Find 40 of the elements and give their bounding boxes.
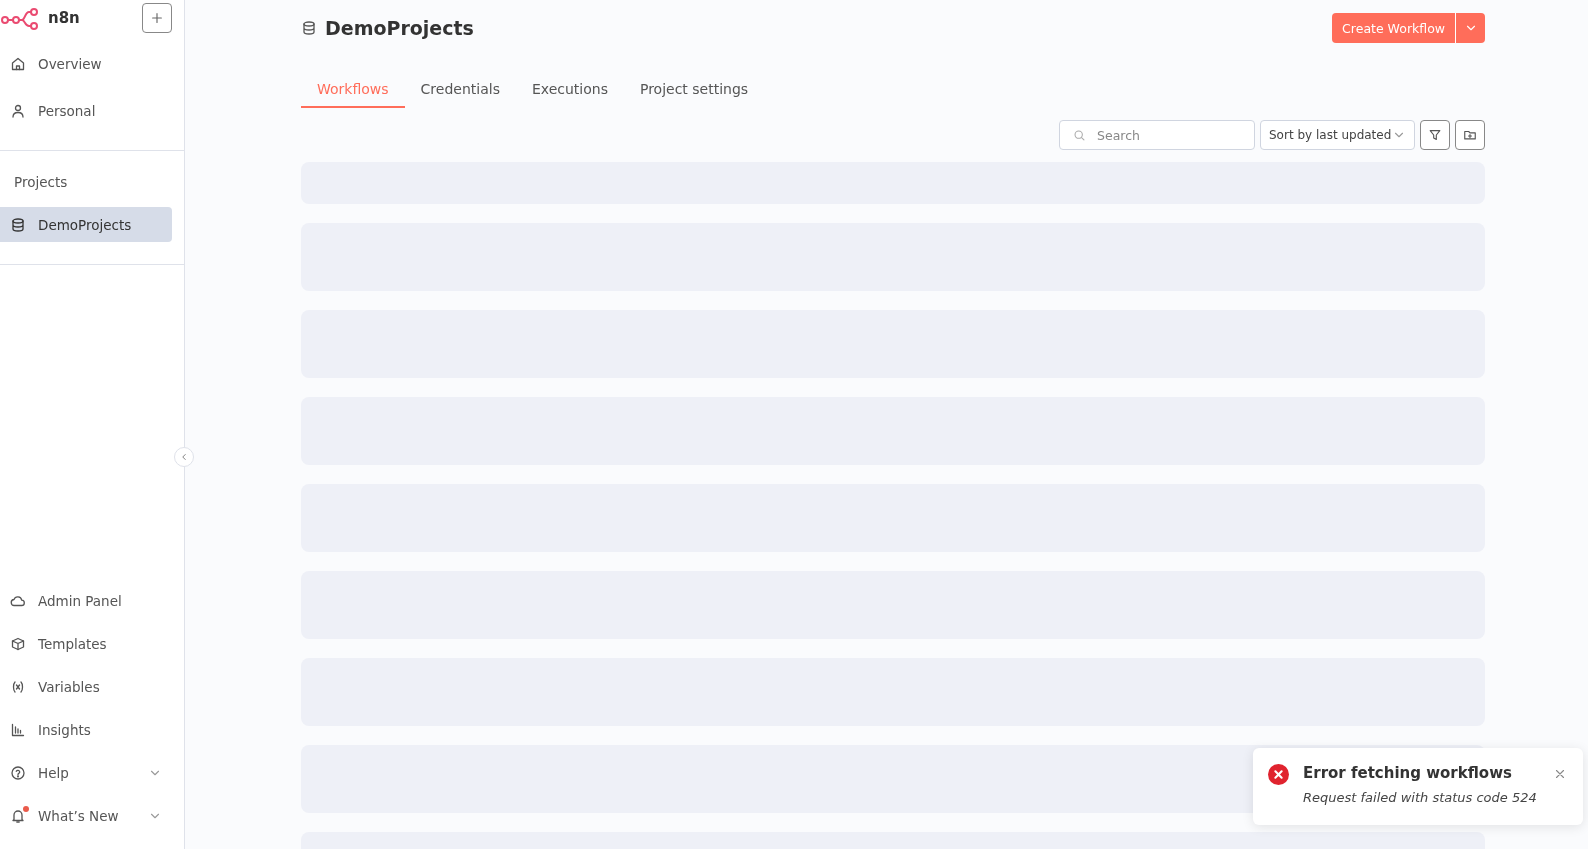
bell-icon — [10, 807, 26, 824]
chevron-left-icon — [179, 452, 189, 462]
sidebar-item[interactable]: Personal — [0, 93, 172, 128]
tab[interactable]: Project settings — [623, 75, 765, 108]
logo-icon — [0, 6, 40, 30]
bar-chart-icon — [10, 721, 26, 738]
page-title: DemoProjects — [325, 17, 474, 39]
user-icon — [10, 102, 26, 119]
tab[interactable]: Executions — [515, 75, 624, 108]
database-icon — [10, 216, 26, 233]
logo-text: n8n — [48, 9, 80, 27]
close-icon — [1553, 767, 1567, 781]
search-field[interactable]: Search — [1059, 120, 1255, 150]
tab[interactable]: Credentials — [404, 75, 516, 108]
sidebar-item[interactable]: What’s New — [0, 798, 172, 833]
sidebar-item[interactable]: Templates — [0, 626, 172, 661]
toast-message: Request failed with status code 524 — [1303, 790, 1538, 805]
sidebar-item[interactable]: Overview — [0, 46, 172, 81]
sidebar-item[interactable]: Insights — [0, 712, 172, 747]
add-button[interactable] — [142, 3, 172, 33]
search-icon — [1073, 129, 1086, 142]
error-icon — [1268, 764, 1289, 785]
sidebar-item[interactable]: Variables — [0, 669, 172, 704]
box-icon — [10, 635, 26, 652]
new-folder-button[interactable] — [1455, 120, 1485, 150]
sidebar-item[interactable]: DemoProjects — [0, 207, 172, 242]
dropdown-button[interactable] — [1455, 13, 1485, 43]
folder-plus-icon — [1463, 128, 1477, 142]
sidebar-item[interactable]: Admin Panel — [0, 583, 172, 618]
database-icon — [301, 20, 317, 36]
filter-icon — [1428, 128, 1442, 142]
sidebar-item[interactable]: Help — [0, 755, 172, 790]
section-title: Projects — [13, 173, 69, 192]
filter-button[interactable] — [1420, 120, 1450, 150]
sort-dropdown[interactable]: Sort by last updated — [1260, 120, 1415, 150]
help-icon — [10, 764, 26, 781]
home-icon — [10, 55, 26, 72]
close-button[interactable] — [1553, 767, 1567, 781]
toast-title: Error fetching workflows — [1303, 764, 1513, 782]
plus-icon — [150, 11, 164, 25]
